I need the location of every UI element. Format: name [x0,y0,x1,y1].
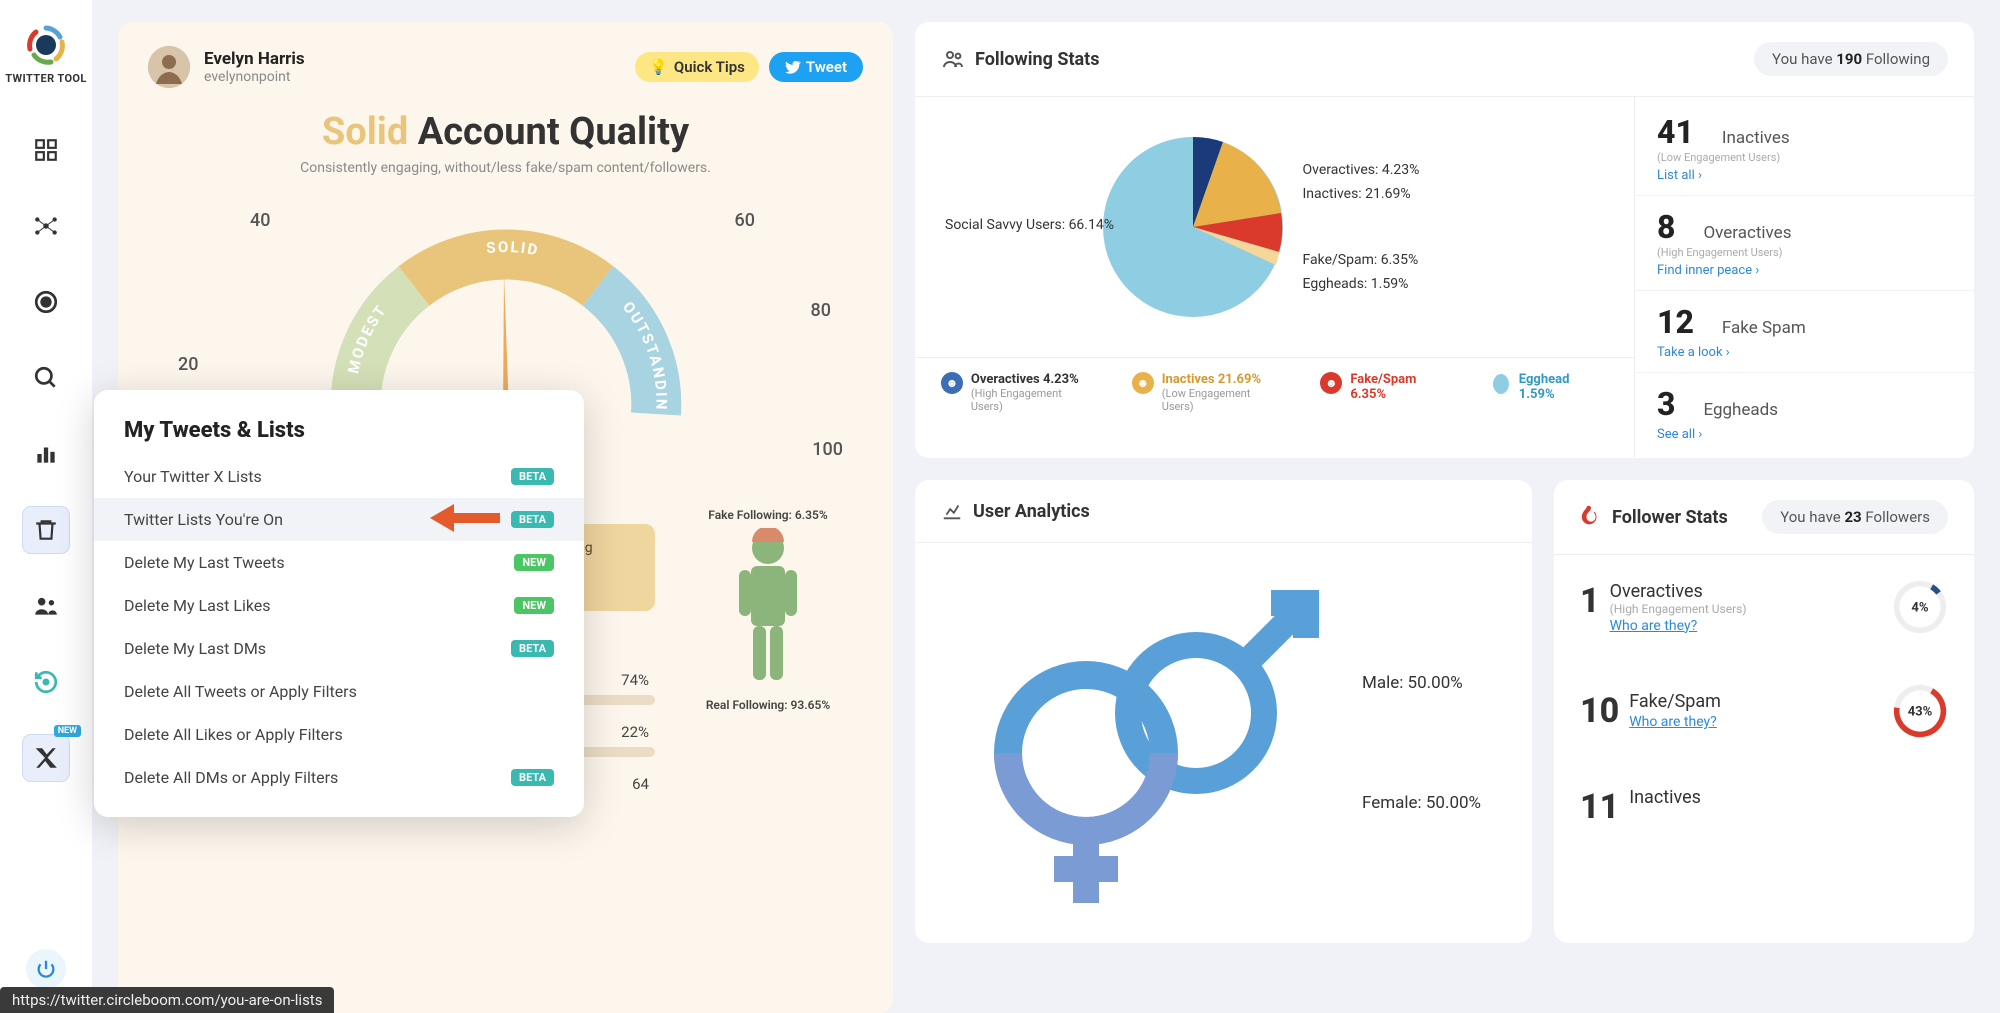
popup-item-3[interactable]: Delete My Last LikesNEW [94,584,584,627]
sidebar: TWITTER TOOL NEW [0,0,92,1013]
nav-dashboard[interactable] [23,127,69,173]
follower-stat-row: 10Fake/SpamWho are they?43% [1554,659,1974,763]
following-stats-card: Following Stats You have 190 Following S… [915,22,1974,458]
profile: Evelyn Harris evelynonpoint [148,46,305,88]
legend-item: ☻Fake/Spam 6.35% [1320,372,1454,413]
nav-power[interactable] [26,949,66,989]
logo-icon [23,22,69,68]
quality-subtitle: Consistently engaging, without/less fake… [148,160,863,176]
flame-icon [1580,506,1602,528]
popup-item-2[interactable]: Delete My Last TweetsNEW [94,541,584,584]
quick-tips-button[interactable]: 💡 Quick Tips [635,52,759,82]
nav-trash[interactable] [23,507,69,553]
popup-item-7[interactable]: Delete All DMs or Apply FiltersBETA [94,756,584,799]
male-label: Male: 50.00% [1362,673,1481,693]
nav-network[interactable] [23,203,69,249]
tweets-lists-popup: My Tweets & Lists Your Twitter X ListsBE… [94,390,584,817]
stat-row: 12Fake SpamTake a look › [1635,291,1974,373]
arrow-icon [426,502,504,538]
twitter-icon [785,59,801,75]
gender-chart [966,573,1326,913]
chart-icon [941,500,963,522]
users-icon [941,47,965,71]
following-count-pill: You have 190 Following [1754,42,1948,76]
follower-stat-row: 1Overactives(High Engagement Users)Who a… [1554,555,1974,659]
tweet-button[interactable]: Tweet [769,52,863,82]
svg-text:43%: 43% [1908,705,1933,720]
popup-item-5[interactable]: Delete All Tweets or Apply Filters [94,670,584,713]
nav-users[interactable] [23,583,69,629]
popup-item-0[interactable]: Your Twitter X ListsBETA [94,455,584,498]
follower-count-pill: You have 23 Followers [1762,500,1948,534]
popup-item-1[interactable]: Twitter Lists You're OnBETA [94,498,584,541]
female-label: Female: 50.00% [1362,793,1481,813]
stat-row: 3EggheadsSee all › [1635,373,1974,454]
avatar [148,46,190,88]
app-logo: TWITTER TOOL [5,22,87,85]
stat-row: 8Overactives(High Engagement Users)Find … [1635,196,1974,291]
svg-text:SOLID: SOLID [485,238,540,259]
logo-text: TWITTER TOOL [5,72,87,85]
profile-name: Evelyn Harris [204,49,305,69]
nav-circle[interactable] [23,279,69,325]
nav-history[interactable] [23,659,69,705]
person-figure: Fake Following: 6.35% Real Following: 93… [673,508,863,793]
follower-stat-row: 11Inactives [1554,763,1974,851]
user-analytics-card: User Analytics [915,480,1532,943]
nav-analytics[interactable] [23,431,69,477]
profile-handle: evelynonpoint [204,69,305,85]
stat-row: 41Inactives(Low Engagement Users)List al… [1635,101,1974,196]
quality-title: Solid Account Quality [148,110,863,154]
popup-item-6[interactable]: Delete All Likes or Apply Filters [94,713,584,756]
legend-item: ☻Overactives 4.23%(High Engagement Users… [941,372,1096,413]
svg-text:4%: 4% [1911,601,1928,616]
status-bar: https://twitter.circleboom.com/you-are-o… [0,987,334,1013]
bulb-icon: 💡 [649,58,668,76]
nav-x[interactable]: NEW [23,735,69,781]
popup-item-4[interactable]: Delete My Last DMsBETA [94,627,584,670]
popup-title: My Tweets & Lists [94,418,584,455]
legend-item: Egghead 1.59% [1491,372,1608,413]
nav-search[interactable] [23,355,69,401]
follower-stats-card: Follower Stats You have 23 Followers 1Ov… [1554,480,1974,943]
following-pie [1083,117,1303,337]
legend-item: ☻Inactives 21.69% (Low Engagement Users) [1132,372,1285,413]
